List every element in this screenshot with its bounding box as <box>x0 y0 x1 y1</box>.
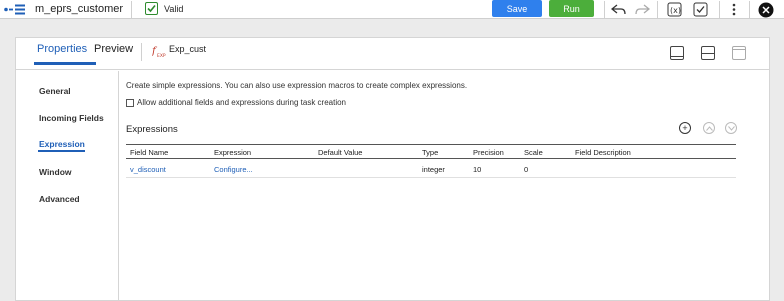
undo-icon[interactable] <box>609 1 627 18</box>
validate-icon[interactable] <box>691 1 709 18</box>
column-header[interactable]: Expression <box>214 148 251 157</box>
top-toolbar: m_eprs_customer Valid Save Run (x) <box>0 0 784 19</box>
expression-description: Create simple expressions. You can also … <box>126 81 468 90</box>
move-down-icon[interactable] <box>725 122 737 134</box>
field-name-cell[interactable]: v_discount <box>130 165 166 174</box>
column-header[interactable]: Type <box>422 148 438 157</box>
layout-split-icon[interactable] <box>701 46 715 60</box>
mapping-icon <box>4 4 25 15</box>
column-header[interactable]: Default Value <box>318 148 362 157</box>
active-tab-indicator <box>34 62 96 65</box>
toolbar-divider <box>749 1 750 18</box>
table-row[interactable]: v_discount Configure... integer 10 0 <box>126 160 736 178</box>
validation-status: Valid <box>164 4 184 14</box>
object-name: Exp_cust <box>169 44 207 54</box>
toolbar-divider <box>657 1 658 18</box>
checkbox-label: Allow additional fields and expressions … <box>137 98 347 107</box>
property-sidenav: General Incoming Fields Expression Windo… <box>16 71 119 301</box>
expression-transformation-icon: f EXP <box>152 46 166 58</box>
redo-icon[interactable] <box>633 1 651 18</box>
expression-function-icon[interactable]: (x) <box>665 1 683 18</box>
column-header[interactable]: Field Name <box>130 148 168 157</box>
active-nav-indicator <box>38 150 85 152</box>
expressions-grid-header: Field Name Expression Default Value Type… <box>126 144 736 159</box>
column-header[interactable]: Scale <box>524 148 543 157</box>
expressions-section-title: Expressions <box>126 124 178 135</box>
configure-expression-link[interactable]: Configure... <box>214 165 253 174</box>
panel-tabs: Properties Preview f EXP Exp_cust <box>16 38 769 70</box>
svg-text:(x): (x) <box>670 6 681 15</box>
toolbar-divider <box>604 1 605 18</box>
svg-text:EXP: EXP <box>157 53 166 58</box>
toolbar-divider <box>719 1 720 18</box>
column-header[interactable]: Field Description <box>575 148 631 157</box>
sidebar-item-advanced[interactable]: Advanced <box>39 194 80 204</box>
run-button[interactable]: Run <box>549 0 594 17</box>
layout-minimize-icon[interactable] <box>732 46 746 60</box>
allow-additional-fields-checkbox[interactable] <box>126 98 134 107</box>
add-field-icon[interactable]: + <box>679 122 691 134</box>
mapping-name: m_eprs_customer <box>35 3 124 15</box>
scale-cell: 0 <box>524 165 529 174</box>
tab-divider <box>141 43 142 61</box>
column-header[interactable]: Precision <box>473 148 504 157</box>
more-options-icon[interactable] <box>725 1 743 18</box>
sidebar-item-window[interactable]: Window <box>39 167 72 177</box>
allow-additional-fields-option: Allow additional fields and expressions … <box>126 98 346 107</box>
valid-status-icon <box>145 2 158 15</box>
close-icon[interactable] <box>757 1 775 18</box>
toolbar-divider <box>131 1 132 18</box>
layout-maximize-icon[interactable] <box>670 46 684 60</box>
properties-panel: Properties Preview f EXP Exp_cust Genera… <box>15 37 770 301</box>
tab-preview[interactable]: Preview <box>94 43 133 55</box>
tab-properties[interactable]: Properties <box>37 43 87 55</box>
expression-content: Create simple expressions. You can also … <box>126 71 766 301</box>
precision-cell: 10 <box>473 165 482 174</box>
type-cell: integer <box>422 165 445 174</box>
sidebar-item-incoming-fields[interactable]: Incoming Fields <box>39 113 104 123</box>
move-up-icon[interactable] <box>703 122 715 134</box>
sidebar-item-expression[interactable]: Expression <box>39 139 85 149</box>
sidebar-item-general[interactable]: General <box>39 86 71 96</box>
save-button[interactable]: Save <box>492 0 542 17</box>
